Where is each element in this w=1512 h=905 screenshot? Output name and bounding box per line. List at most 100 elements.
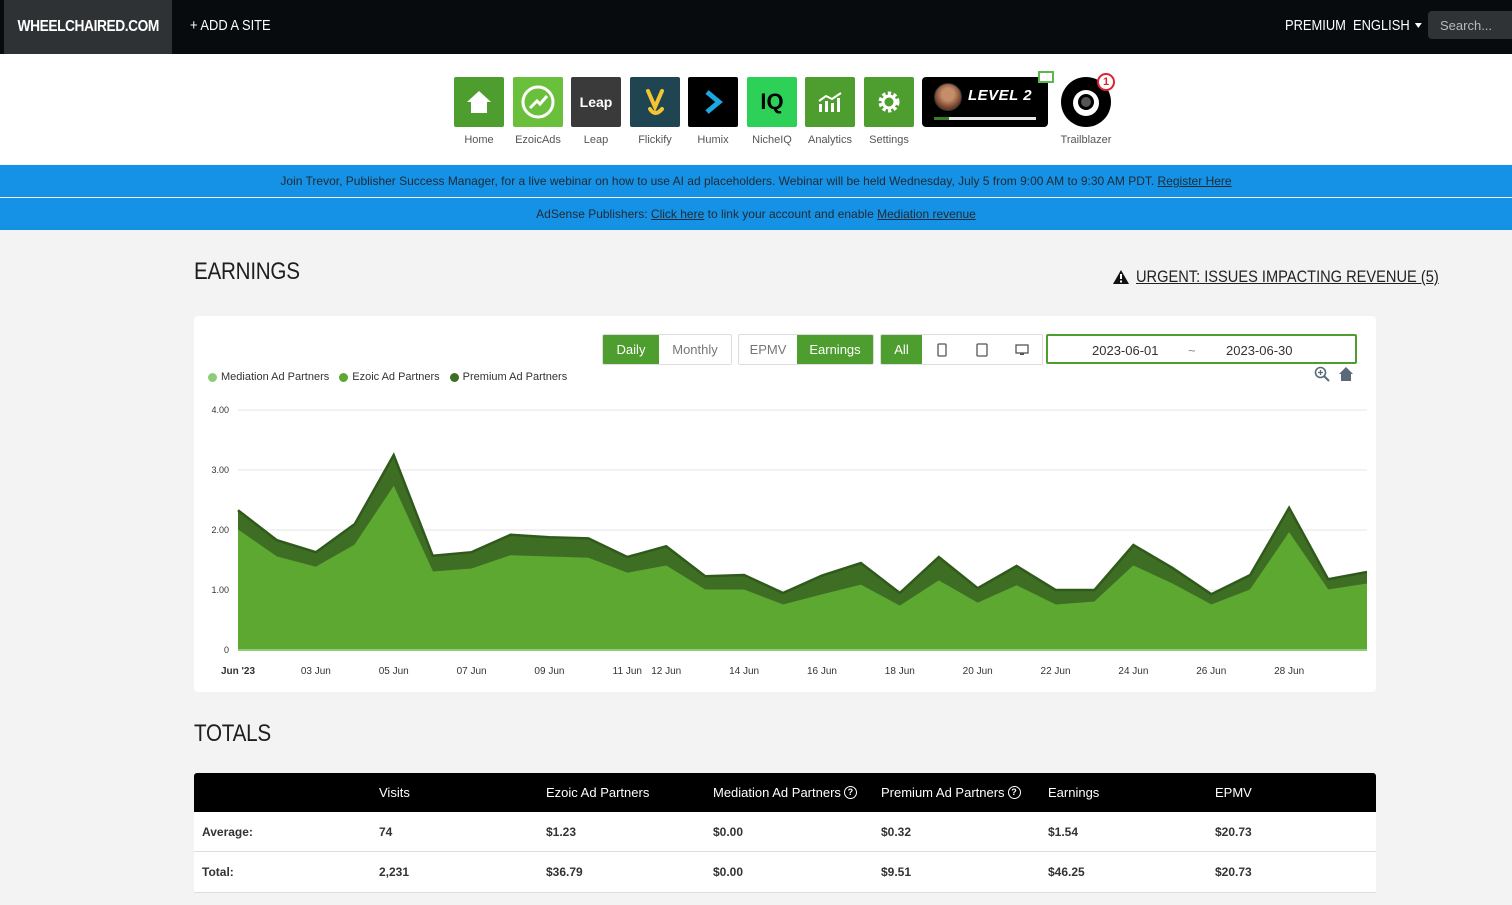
date-separator: ~: [1188, 343, 1196, 358]
earnings-title: EARNINGS: [194, 258, 300, 285]
caret-down-icon: [1414, 23, 1422, 28]
adsense-mid-text: to link your account and enable: [707, 207, 874, 221]
adsense-prefix: AdSense Publishers:: [536, 207, 648, 221]
earnings-area-chart[interactable]: 4.00 3.00 2.00 1.00 0 Jun '23 03 Jun 05 Jun 07 J…: [194, 396, 1376, 692]
column-header: Mediation Ad Partners?: [713, 785, 857, 800]
column-header-label: Premium Ad Partners: [881, 785, 1005, 800]
horizontal-scrollbar[interactable]: [194, 893, 1376, 903]
device-toggle: All: [880, 334, 1043, 365]
legend-item[interactable]: Premium Ad Partners: [449, 371, 567, 383]
trailblazer-label: Trailblazer: [1060, 134, 1112, 146]
adsense-click-here-link[interactable]: Click here: [651, 207, 704, 221]
table-cell: $1.23: [546, 825, 577, 839]
y-tick-label: 0: [224, 645, 229, 655]
period-toggle: Daily Monthly: [602, 334, 732, 365]
search-input[interactable]: [1428, 11, 1512, 39]
ezoicads-icon: [513, 77, 563, 127]
site-brand[interactable]: WHEELCHAIRED.COM: [4, 0, 172, 54]
level-text: LEVEL 2: [968, 87, 1033, 104]
webinar-banner: Join Trevor, Publisher Success Manager, …: [0, 165, 1512, 197]
urgent-issues-link[interactable]: URGENT: ISSUES IMPACTING REVENUE (5): [1112, 267, 1488, 287]
column-header: Earnings: [1048, 785, 1099, 800]
x-tick-label: Jun '23: [221, 666, 255, 677]
table-cell: $20.73: [1215, 865, 1252, 879]
x-tick-label: 07 Jun: [457, 666, 487, 677]
x-tick-label: 14 Jun: [729, 666, 759, 677]
avatar: [934, 83, 962, 111]
nicheiq-icon-text: IQ: [760, 89, 784, 114]
gear-icon: [864, 77, 914, 127]
add-site-link[interactable]: + ADD A SITE: [190, 17, 271, 34]
home-icon: [454, 77, 504, 127]
legend-item[interactable]: Ezoic Ad Partners: [339, 371, 440, 383]
app-leap[interactable]: Leap Leap: [571, 77, 621, 146]
app-flickify[interactable]: Flickify: [630, 77, 680, 146]
register-link[interactable]: Register Here: [1158, 174, 1232, 188]
app-settings[interactable]: Settings: [864, 77, 914, 146]
totals-title: TOTALS: [194, 720, 271, 747]
urgent-issues-text: URGENT: ISSUES IMPACTING REVENUE (5): [1136, 267, 1439, 286]
all-devices-button[interactable]: All: [881, 335, 922, 364]
notification-badge: 1: [1097, 73, 1115, 91]
home-reset-icon[interactable]: [1338, 366, 1354, 382]
level-widget[interactable]: LEVEL 2: [922, 71, 1054, 127]
x-tick-label: 28 Jun: [1274, 666, 1304, 677]
app-humix[interactable]: Humix: [688, 77, 738, 146]
daily-button[interactable]: Daily: [603, 335, 659, 364]
x-tick-label: 26 Jun: [1196, 666, 1226, 677]
level-progress-bar: [934, 117, 1036, 120]
app-ezoicads[interactable]: EzoicAds: [513, 77, 563, 146]
adsense-banner: AdSense Publishers: Click here to link y…: [0, 198, 1512, 230]
help-icon[interactable]: ?: [1007, 786, 1021, 799]
table-cell: Average:: [202, 825, 253, 839]
legend-label: Ezoic Ad Partners: [352, 371, 440, 383]
table-cell: $9.51: [881, 865, 912, 879]
y-tick-label: 1.00: [211, 585, 229, 595]
legend-dot: [449, 372, 459, 382]
table-cell: 74: [379, 825, 393, 839]
tablet-icon: [976, 342, 988, 357]
monthly-button[interactable]: Monthly: [659, 335, 731, 364]
table-cell: $20.73: [1215, 825, 1252, 839]
x-tick-label: 11 Jun: [613, 666, 642, 677]
table-cell: $0.00: [713, 865, 744, 879]
tablet-button[interactable]: [962, 335, 1002, 364]
x-tick-label: 16 Jun: [807, 666, 837, 677]
language-label: ENGLISH: [1353, 17, 1410, 34]
leap-icon: Leap: [571, 77, 621, 127]
date-range-picker[interactable]: 2023-06-01 ~ 2023-06-30: [1046, 334, 1357, 364]
table-cell: $1.54: [1048, 825, 1079, 839]
language-dropdown[interactable]: ENGLISH: [1353, 17, 1422, 34]
mail-icon[interactable]: [1038, 71, 1054, 83]
trailblazer-widget[interactable]: 1 Trailblazer: [1058, 73, 1115, 146]
app-analytics[interactable]: Analytics: [805, 77, 855, 146]
analytics-icon: [805, 77, 855, 127]
legend-item[interactable]: Mediation Ad Partners: [208, 371, 329, 383]
app-label: Settings: [869, 134, 909, 146]
level-progress-fill: [934, 117, 950, 120]
totals-table: Visits Ezoic Ad Partners Mediation Ad Pa…: [194, 773, 1376, 903]
premium-link[interactable]: PREMIUM: [1285, 17, 1346, 34]
x-tick-label: 22 Jun: [1041, 666, 1071, 677]
start-date: 2023-06-01: [1092, 343, 1159, 358]
column-header: EPMV: [1215, 785, 1252, 800]
mobile-button[interactable]: [922, 335, 962, 364]
x-tick-label: 05 Jun: [379, 666, 409, 677]
desktop-button[interactable]: [1002, 335, 1042, 364]
help-icon[interactable]: ?: [843, 786, 857, 799]
earnings-button[interactable]: Earnings: [797, 335, 873, 364]
x-tick-label: 20 Jun: [963, 666, 993, 677]
humix-icon: [688, 77, 738, 127]
app-home[interactable]: Home: [454, 77, 504, 146]
x-tick-label: 03 Jun: [301, 666, 331, 677]
zoom-icon[interactable]: [1314, 366, 1330, 382]
top-navbar: WHEELCHAIRED.COM + ADD A SITE PREMIUM EN…: [0, 0, 1512, 54]
x-tick-label: 12 Jun: [651, 666, 681, 677]
mediation-revenue-link[interactable]: Mediation revenue: [877, 207, 976, 221]
table-row: Average: 74 $1.23 $0.00 $0.32 $1.54 $20.…: [194, 812, 1376, 852]
column-header-label: EPMV: [1215, 785, 1252, 800]
column-header-label: Mediation Ad Partners: [713, 785, 841, 800]
app-nicheiq[interactable]: IQ NicheIQ: [747, 77, 797, 146]
epmv-button[interactable]: EPMV: [739, 335, 797, 364]
table-cell: $0.32: [881, 825, 912, 839]
